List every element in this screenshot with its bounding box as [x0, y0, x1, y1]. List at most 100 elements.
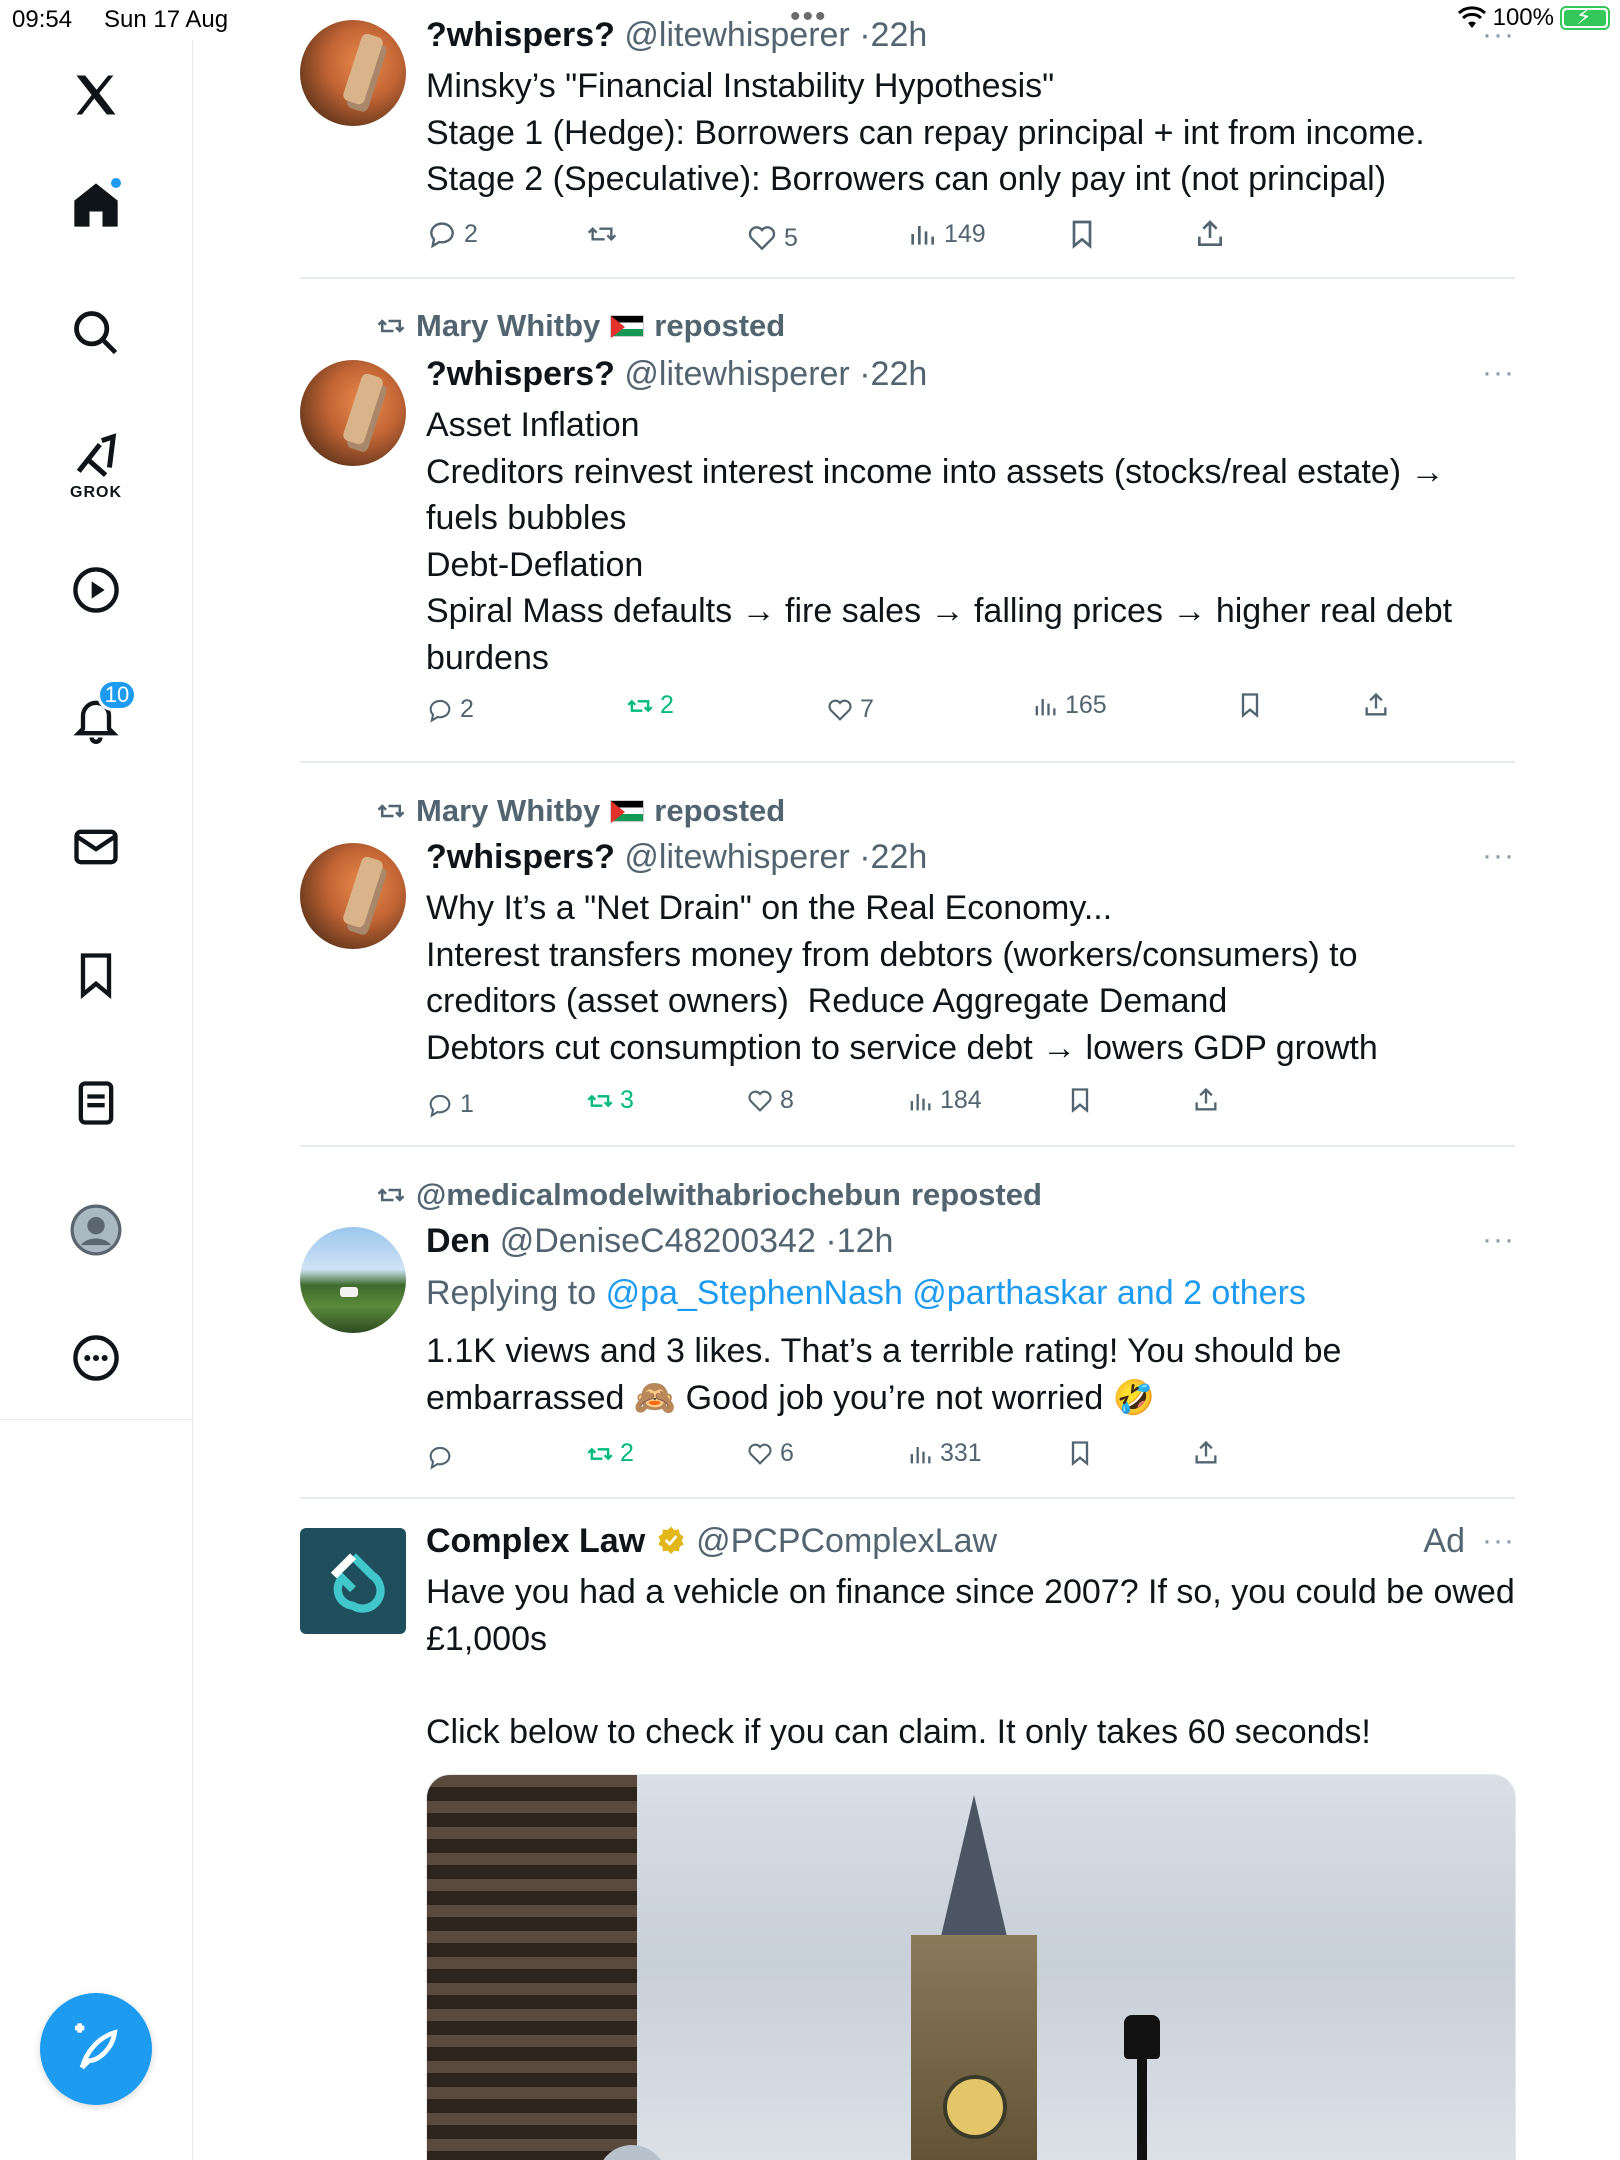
separator-dot: ·: [859, 355, 871, 393]
views-button[interactable]: 331: [906, 1439, 982, 1468]
like-count: 5: [784, 223, 798, 252]
author-handle[interactable]: @litewhisperer: [624, 838, 849, 876]
sidebar-item-notifications[interactable]: 10: [61, 679, 137, 753]
author-name[interactable]: Den: [426, 1222, 490, 1260]
sidebar-item-bookmarks[interactable]: [61, 940, 131, 1010]
author-handle[interactable]: @litewhisperer: [624, 355, 849, 393]
bookmark-button[interactable]: [1066, 1439, 1094, 1467]
sidebar-item-messages[interactable]: [61, 812, 131, 882]
x-logo-icon[interactable]: [61, 60, 131, 130]
view-count: 184: [940, 1086, 982, 1114]
views-button[interactable]: 184: [906, 1086, 982, 1115]
repost-button[interactable]: [586, 218, 624, 250]
bookmark-button[interactable]: [1066, 1086, 1094, 1114]
tweet-text: Minsky’s "Financial Instability Hypothes…: [426, 63, 1516, 203]
reposter-name[interactable]: Mary Whitby: [416, 308, 600, 344]
author-name[interactable]: ?whispers?: [426, 16, 615, 54]
more-options-icon[interactable]: ···: [1482, 1223, 1515, 1257]
repost-icon: [587, 226, 617, 242]
share-icon: [1365, 692, 1387, 716]
repost-button[interactable]: 3: [586, 1086, 634, 1115]
tweet-time[interactable]: 22h: [871, 355, 928, 393]
reply-count: 2: [464, 219, 478, 248]
tweet-time[interactable]: 22h: [871, 838, 928, 876]
more-options-icon[interactable]: ···: [1482, 1524, 1515, 1558]
tweet-line: Interest transfers money from debtors (w…: [426, 935, 1358, 974]
repost-context: Mary Whitby reposted: [376, 308, 785, 344]
more-options-icon[interactable]: ···: [1482, 356, 1515, 390]
tweet-line: Debt-Deflation: [426, 545, 644, 584]
advertiser-logo[interactable]: [300, 1528, 406, 1634]
avatar[interactable]: [300, 1227, 406, 1333]
author-handle[interactable]: @DeniseC48200342: [500, 1222, 816, 1260]
tweet-line: [426, 1662, 1516, 1709]
reposter-name[interactable]: @medicalmodelwithabriochebun: [416, 1177, 901, 1213]
author-handle[interactable]: @PCPComplexLaw: [696, 1522, 997, 1560]
like-button[interactable]: 8: [746, 1086, 794, 1115]
views-button[interactable]: 149: [906, 218, 986, 250]
author-handle[interactable]: @litewhisperer: [624, 16, 849, 54]
sidebar: GROK 10: [0, 40, 193, 1420]
author-name[interactable]: ?whispers?: [426, 355, 615, 393]
views-icon: [910, 1093, 931, 1110]
sidebar-item-grok[interactable]: GROK: [61, 428, 131, 501]
reply-button[interactable]: 1: [426, 1090, 474, 1119]
profile-avatar-icon: [70, 1204, 122, 1256]
tweet-time[interactable]: 12h: [837, 1222, 894, 1260]
replying-to-link[interactable]: @pa_StephenNash @parthaskar and 2 others: [606, 1274, 1306, 1312]
divider: [300, 1497, 1515, 1499]
view-count: 149: [944, 219, 986, 248]
tweet-text: Why It’s a "Net Drain" on the Real Econo…: [426, 885, 1516, 1071]
reply-button[interactable]: 2: [426, 695, 474, 724]
separator-dot: ·: [859, 16, 871, 54]
play-icon: [73, 567, 119, 613]
like-button[interactable]: 6: [746, 1439, 794, 1468]
reply-icon: [429, 1094, 451, 1118]
sidebar-item-video[interactable]: [61, 555, 131, 625]
reposter-name[interactable]: Mary Whitby: [416, 793, 600, 829]
ad-media-image[interactable]: [426, 1774, 1516, 2160]
media-spire: [939, 1795, 1009, 1945]
bookmark-button[interactable]: [1236, 691, 1264, 719]
avatar[interactable]: [300, 843, 406, 949]
like-button[interactable]: 5: [746, 222, 798, 254]
tweet-text: Asset Inflation Creditors reinvest inter…: [426, 402, 1516, 681]
sidebar-item-lists[interactable]: [61, 1068, 131, 1138]
more-options-icon[interactable]: ···: [1482, 839, 1515, 873]
sidebar-item-home[interactable]: [61, 170, 131, 240]
repost-button[interactable]: 2: [586, 1439, 634, 1468]
repost-button[interactable]: 2: [626, 691, 674, 720]
repost-suffix: reposted: [654, 793, 786, 828]
bookmark-button[interactable]: [1066, 218, 1098, 250]
avatar[interactable]: [300, 360, 406, 466]
repost-icon: [377, 319, 405, 333]
share-button[interactable]: [1194, 218, 1226, 250]
sidebar-item-search[interactable]: [61, 298, 131, 368]
repost-icon: [377, 804, 405, 818]
sidebar-item-more[interactable]: [61, 1323, 131, 1393]
tweet-header: ?whispers? @litewhisperer ·22h: [426, 838, 927, 877]
tweet-time[interactable]: 22h: [871, 16, 928, 54]
tweet-line: Stage 2 (Speculative): Borrowers can onl…: [426, 160, 1387, 198]
views-button[interactable]: 165: [1031, 691, 1107, 720]
reply-button[interactable]: 2: [426, 218, 478, 250]
sidebar-item-profile[interactable]: [61, 1195, 131, 1265]
author-name[interactable]: Complex Law: [426, 1522, 645, 1560]
share-button[interactable]: [1192, 1086, 1220, 1114]
like-count: 8: [780, 1086, 794, 1114]
more-options-icon[interactable]: ···: [1482, 18, 1515, 52]
repost-context: Mary Whitby reposted: [376, 793, 785, 829]
battery-icon: ⚡: [1560, 4, 1610, 30]
compose-button[interactable]: [40, 1993, 152, 2105]
author-name[interactable]: ?whispers?: [426, 838, 615, 876]
tweet-text: Have you had a vehicle on finance since …: [426, 1569, 1516, 1755]
share-button[interactable]: [1362, 691, 1390, 719]
like-button[interactable]: 7: [826, 695, 874, 724]
reply-button[interactable]: [426, 1443, 460, 1471]
tweet-actions: 2 5 149: [426, 218, 1256, 258]
share-button[interactable]: [1192, 1439, 1220, 1467]
list-icon: [78, 1081, 114, 1125]
media-lamp-post: [1137, 2025, 1147, 2160]
palestine-flag-icon: [610, 315, 645, 338]
avatar[interactable]: [300, 20, 406, 126]
